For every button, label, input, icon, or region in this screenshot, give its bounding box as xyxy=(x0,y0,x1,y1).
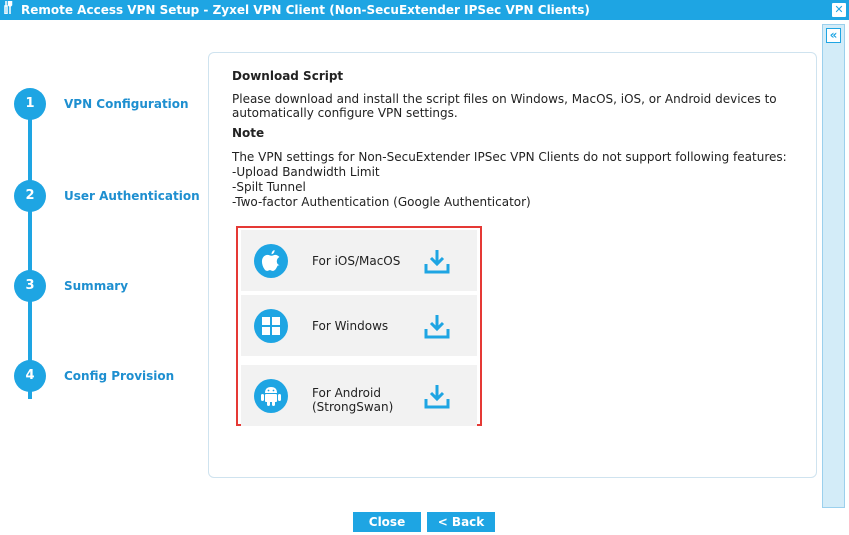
feature-item: -Two-factor Authentication (Google Authe… xyxy=(232,195,531,209)
step-label: User Authentication xyxy=(64,189,200,203)
download-label: For iOS/MacOS xyxy=(312,253,401,268)
download-item-ios-macos: For iOS/MacOS xyxy=(241,230,477,291)
windows-icon xyxy=(254,308,288,343)
content-text: Download Script Please download and inst… xyxy=(232,69,802,210)
download-label: For Android (StrongSwan) xyxy=(312,386,394,414)
step-vpn-configuration[interactable]: 1 VPN Configuration xyxy=(14,88,189,120)
collapsible-side-panel: « xyxy=(822,24,845,508)
download-description: Please download and install the script f… xyxy=(232,92,777,120)
note-description: The VPN settings for Non-SecuExtender IP… xyxy=(232,150,787,164)
step-label: Summary xyxy=(64,279,129,293)
step-number: 4 xyxy=(14,360,46,392)
download-options: For iOS/MacOS For Windows For Android (S… xyxy=(236,226,482,426)
window-title: Remote Access VPN Setup - Zyxel VPN Clie… xyxy=(21,3,590,17)
android-icon xyxy=(254,378,288,413)
close-window-icon[interactable]: ✕ xyxy=(832,3,846,17)
title-bar: Remote Access VPN Setup - Zyxel VPN Clie… xyxy=(0,0,849,20)
tools-icon xyxy=(4,0,18,20)
step-number: 2 xyxy=(14,180,46,212)
feature-item: -Upload Bandwidth Limit xyxy=(232,165,380,179)
step-number: 1 xyxy=(14,88,46,120)
download-label: For Windows xyxy=(312,318,389,333)
download-icon[interactable] xyxy=(423,382,451,410)
footer-buttons: Close < Back xyxy=(353,512,495,532)
note-heading: Note xyxy=(232,126,265,140)
vpn-setup-window: Remote Access VPN Setup - Zyxel VPN Clie… xyxy=(0,0,849,535)
step-label: Config Provision xyxy=(64,369,175,383)
step-number: 3 xyxy=(14,270,46,302)
step-summary[interactable]: 3 Summary xyxy=(14,270,128,302)
download-item-android: For Android (StrongSwan) xyxy=(241,365,477,426)
download-icon[interactable] xyxy=(423,312,451,340)
download-item-windows: For Windows xyxy=(241,295,477,356)
step-config-provision[interactable]: 4 Config Provision xyxy=(14,360,174,392)
back-button[interactable]: < Back xyxy=(427,512,495,532)
apple-icon xyxy=(254,243,288,278)
feature-item: -Spilt Tunnel xyxy=(232,180,306,194)
step-label: VPN Configuration xyxy=(64,97,189,111)
stepper-line xyxy=(28,104,32,399)
wizard-stepper: 1 VPN Configuration 2 User Authenticatio… xyxy=(0,20,200,480)
close-button[interactable]: Close xyxy=(353,512,421,532)
step-user-authentication[interactable]: 2 User Authentication xyxy=(14,180,200,212)
expand-panel-icon[interactable]: « xyxy=(826,28,841,43)
download-heading: Download Script xyxy=(232,69,344,83)
download-icon[interactable] xyxy=(423,247,451,275)
